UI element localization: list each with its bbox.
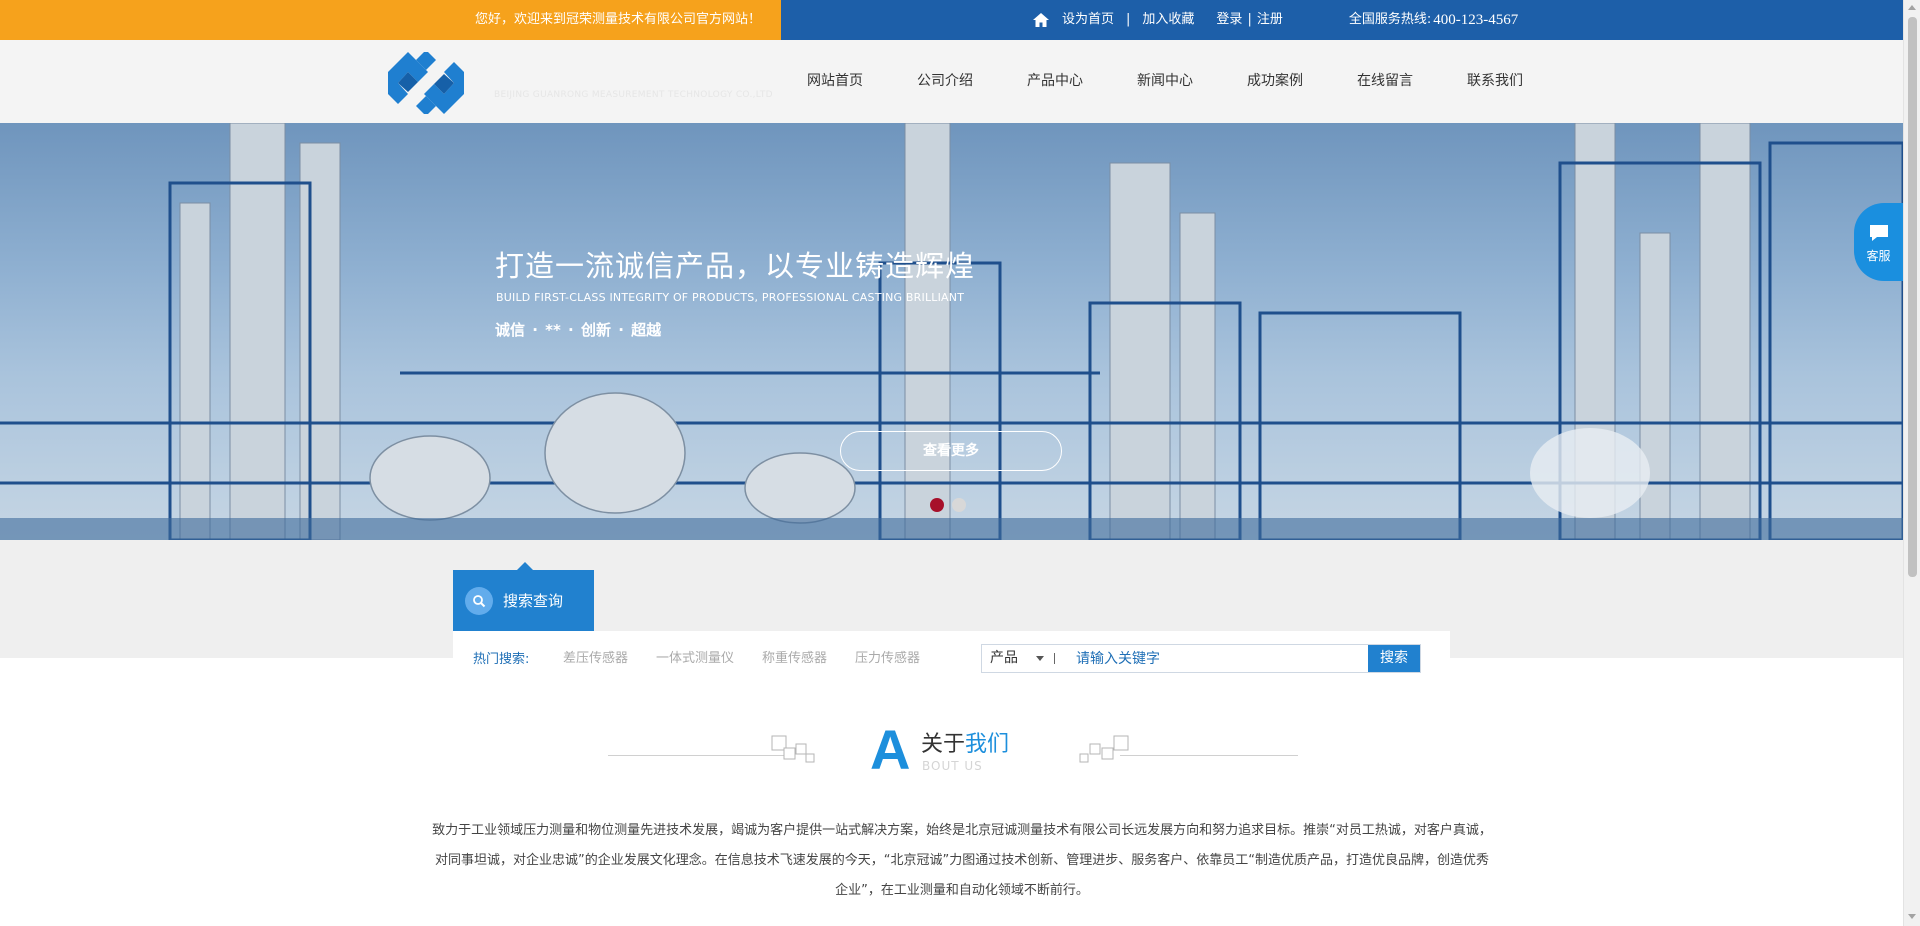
hero-banner: 打造一流诚信产品，以专业铸造辉煌 BUILD FIRST-CLASS INTEG… xyxy=(0,123,1903,540)
scroll-up-arrow[interactable] xyxy=(1908,5,1916,10)
set-home-link[interactable]: 设为首页 xyxy=(1062,0,1114,40)
hotline-number: 400-123-4567 xyxy=(1433,12,1519,28)
hot-search-item[interactable]: 称重传感器 xyxy=(762,647,827,666)
hot-search-item[interactable]: 压力传感器 xyxy=(855,647,920,666)
hot-search-label: 热门搜索: xyxy=(473,652,530,667)
divider xyxy=(1054,653,1055,664)
search-bar-row: 热门搜索: 差压传感器 一体式测量仪 称重传感器 压力传感器 产品 搜索 xyxy=(453,631,1450,688)
search-input[interactable] xyxy=(1056,645,1356,672)
scroll-down-arrow[interactable] xyxy=(1908,914,1916,919)
about-subtitle-en: BOUT US xyxy=(922,759,983,773)
login-link[interactable]: 登录 xyxy=(1216,0,1242,40)
hot-search-item[interactable]: 一体式测量仪 xyxy=(656,647,734,666)
search-category-select[interactable]: 产品 xyxy=(982,645,1056,672)
service-label: 客服 xyxy=(1866,249,1891,263)
chat-bubble-icon xyxy=(1869,225,1888,241)
about-title: 关于我们 xyxy=(921,726,1009,758)
top-links: 设为首页 | 加入收藏 登录 | 注册 全国服务热线: 400-123-4567 xyxy=(1032,0,1518,40)
about-title-part2: 我们 xyxy=(965,732,1010,757)
search-button[interactable]: 搜索 xyxy=(1368,645,1420,672)
hot-search-list: 差压传感器 一体式测量仪 称重传感器 压力传感器 xyxy=(563,647,920,666)
main-nav: 网站首页 公司介绍 产品中心 新闻中心 成功案例 在线留言 联系我们 xyxy=(780,40,1550,123)
slider-dot-1[interactable] xyxy=(930,498,944,512)
header: BEIJING GUANRONG MEASUREMENT TECHNOLOGY … xyxy=(0,40,1903,123)
add-favorite-link[interactable]: 加入收藏 xyxy=(1142,0,1194,40)
search-form: 产品 搜索 xyxy=(981,644,1421,673)
search-tab[interactable]: 搜索查询 xyxy=(453,562,594,631)
divider-left xyxy=(608,755,788,756)
register-link[interactable]: 注册 xyxy=(1257,0,1283,40)
hotline-label: 全国服务热线: xyxy=(1348,12,1432,27)
home-icon xyxy=(1033,13,1049,27)
about-paragraph: 致力于工业领域压力测量和物位测量先进技术发展，竭诚为客户提供一站式解决方案，始终… xyxy=(432,823,1492,898)
search-icon xyxy=(465,586,493,615)
chevron-down-icon xyxy=(1036,656,1044,661)
scroll-thumb[interactable] xyxy=(1908,17,1917,577)
page-scrollbar[interactable] xyxy=(1903,0,1920,926)
search-tab-label: 搜索查询 xyxy=(503,592,564,610)
company-logo[interactable] xyxy=(388,52,464,114)
decorative-squares-right xyxy=(1079,735,1129,763)
view-more-button[interactable]: 查看更多 xyxy=(840,431,1062,471)
hot-search-item[interactable]: 差压传感器 xyxy=(563,647,628,666)
nav-products[interactable]: 产品中心 xyxy=(1000,40,1110,123)
banner-values: 诚信 · ** · 创新 · 超越 xyxy=(495,321,662,339)
search-category-value: 产品 xyxy=(990,650,1018,666)
divider-right xyxy=(1120,755,1298,756)
about-big-letter: A xyxy=(870,718,911,781)
logo-tagline: BEIJING GUANRONG MEASUREMENT TECHNOLOGY … xyxy=(494,90,773,100)
welcome-message: 您好，欢迎来到冠荣测量技术有限公司官方网站！ xyxy=(0,0,781,40)
nav-message[interactable]: 在线留言 xyxy=(1330,40,1440,123)
separator: | xyxy=(1247,12,1252,27)
about-title-part1: 关于 xyxy=(921,732,966,757)
nav-home[interactable]: 网站首页 xyxy=(780,40,890,123)
decorative-squares-left xyxy=(771,735,815,763)
separator: | xyxy=(1126,12,1131,27)
banner-background-image xyxy=(0,123,1903,540)
banner-subtitle: BUILD FIRST-CLASS INTEGRITY OF PRODUCTS,… xyxy=(496,291,965,304)
slider-dot-2[interactable] xyxy=(952,498,966,512)
top-bar: 您好，欢迎来到冠荣测量技术有限公司官方网站！ 设为首页 | 加入收藏 登录 | … xyxy=(0,0,1903,40)
nav-contact[interactable]: 联系我们 xyxy=(1440,40,1550,123)
slider-dots xyxy=(930,498,966,512)
nav-news[interactable]: 新闻中心 xyxy=(1110,40,1220,123)
banner-title: 打造一流诚信产品，以专业铸造辉煌 xyxy=(495,249,976,283)
nav-about[interactable]: 公司介绍 xyxy=(890,40,1000,123)
about-section-heading: A 关于我们 BOUT US xyxy=(0,715,1903,785)
customer-service-button[interactable]: 客服 xyxy=(1854,203,1903,281)
nav-cases[interactable]: 成功案例 xyxy=(1220,40,1330,123)
